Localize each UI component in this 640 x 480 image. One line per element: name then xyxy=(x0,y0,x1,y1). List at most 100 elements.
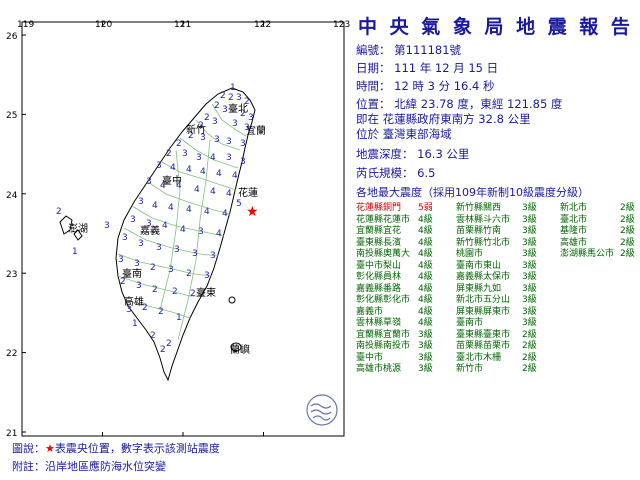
intensity-level: 2級 xyxy=(620,237,635,248)
station-intensity: 4 xyxy=(232,171,238,181)
station-intensity: 3 xyxy=(240,157,246,167)
station-intensity: 4 xyxy=(162,221,168,231)
lon-label: 119 xyxy=(17,20,34,30)
intensity-place: 嘉義縣太保市 xyxy=(456,272,511,282)
intensity-level: 2級 xyxy=(522,352,537,363)
legend-text: 表震央位置，數字表示該測站震度 xyxy=(54,442,220,455)
latitude-labels: 26 25 24 23 22 21 xyxy=(6,32,18,439)
place-label: 蘭嶼 xyxy=(230,343,250,356)
station-intensity: 4 xyxy=(180,225,186,235)
station-intensity: 3 xyxy=(168,265,174,275)
station-intensity: 4 xyxy=(210,153,216,163)
intensity-place: 南投縣奧萬大 xyxy=(356,249,411,259)
report-title: 中 央 氣 象 局 地 震 報 告 xyxy=(358,16,633,38)
intensity-level: 3級 xyxy=(522,237,537,248)
station-intensity: 3 xyxy=(204,271,210,281)
intensity-level: 3級 xyxy=(418,329,433,340)
intensity-level: 3級 xyxy=(522,283,537,294)
intensity-level: 2級 xyxy=(522,364,537,374)
station-intensity: 3 xyxy=(198,227,204,237)
intensity-level: 4級 xyxy=(418,237,433,248)
intensity-place: 南投縣南投市 xyxy=(356,341,411,351)
report-magnitude: 芮氏規模： 6.5 xyxy=(356,166,436,180)
station-intensity: 1 xyxy=(132,319,138,329)
intensity-place: 嘉義市 xyxy=(356,306,384,317)
station-intensity: 3 xyxy=(122,233,128,243)
station-intensity: 3 xyxy=(236,93,242,103)
station-intensity: 2 xyxy=(228,93,234,103)
place-label: 高雄 xyxy=(124,295,144,308)
station-intensity: 5 xyxy=(236,199,242,209)
station-intensity: 2 xyxy=(56,207,62,217)
intensity-level: 3級 xyxy=(418,364,433,374)
station-intensity: 4 xyxy=(194,185,200,195)
intensity-place: 基隆市 xyxy=(560,226,588,236)
station-intensity: 3 xyxy=(232,119,238,129)
station-intensity: 4 xyxy=(226,189,232,199)
station-intensity: 3 xyxy=(248,113,254,123)
intensity-level: 3級 xyxy=(522,272,537,282)
lat-label: 26 xyxy=(6,32,18,42)
epicenter-star: ★ xyxy=(246,204,259,220)
station-intensity: 4 xyxy=(186,205,192,215)
place-label: 臺南 xyxy=(122,267,142,280)
intensity-level: 3級 xyxy=(522,260,537,271)
lat-label: 24 xyxy=(6,191,18,201)
station-intensity: 3 xyxy=(146,177,152,187)
intensity-level: 4級 xyxy=(418,306,433,317)
station-intensity: 3 xyxy=(156,243,162,253)
station-intensity: 4 xyxy=(216,169,222,179)
station-intensity: 3 xyxy=(138,239,144,249)
station-intensity: 3 xyxy=(212,117,218,127)
intensity-level: 5弱 xyxy=(418,203,433,213)
station-intensity: 2 xyxy=(152,285,158,295)
intensity-place: 臺東縣長濱 xyxy=(356,237,402,248)
place-label: 臺中 xyxy=(162,174,182,187)
station-intensity: 3 xyxy=(222,105,228,115)
intensity-place: 臺北市 xyxy=(560,214,588,225)
station-intensity: 3 xyxy=(226,137,232,147)
station-intensity: 2 xyxy=(150,331,156,341)
intensity-place: 高雄市桃源 xyxy=(356,364,402,374)
station-intensity: 3 xyxy=(226,153,232,163)
intensity-place: 屏東縣九如 xyxy=(456,283,502,294)
intensity-map: 119 120 121 122 123 26 25 24 23 22 21 12… xyxy=(6,20,350,439)
intensity-place: 苗栗縣苗栗市 xyxy=(456,341,511,351)
intensity-place: 高雄市 xyxy=(560,237,588,248)
lat-label: 25 xyxy=(6,111,17,121)
intensity-level: 2級 xyxy=(620,214,635,225)
place-label: 宜蘭 xyxy=(246,124,266,137)
station-intensity: 2 xyxy=(160,345,166,355)
intensity-place: 花蓮縣花蓮市 xyxy=(356,214,411,225)
intensity-place: 新竹縣關西 xyxy=(456,203,502,213)
station-intensity: 1 xyxy=(230,83,236,93)
place-label: 澎湖 xyxy=(68,223,88,235)
station-intensity: 3 xyxy=(138,197,144,207)
lon-label: 123 xyxy=(333,20,350,30)
station-intensity: 4 xyxy=(170,163,176,173)
place-label: 臺北 xyxy=(228,102,248,115)
place-label: 花蓮 xyxy=(238,186,258,199)
intensity-header: 各地最大震度（採用109年新制10級震度分級） xyxy=(356,186,589,199)
intensity-place: 新竹市 xyxy=(456,364,484,374)
cwb-seal-icon xyxy=(306,394,338,426)
intensity-place: 嘉義縣番路 xyxy=(356,283,402,294)
intensity-level: 3級 xyxy=(522,249,537,259)
station-intensity: 3 xyxy=(210,251,216,261)
intensity-place: 宜蘭縣宜花 xyxy=(356,226,402,236)
intensity-place: 彰化縣彰化市 xyxy=(356,295,411,305)
station-intensity: 1 xyxy=(176,313,182,323)
intensity-level: 2級 xyxy=(522,329,537,340)
station-intensity: 1 xyxy=(72,247,78,257)
lon-label: 120 xyxy=(95,20,112,30)
station-intensity: 3 xyxy=(182,149,188,159)
station-intensity: 3 xyxy=(104,221,110,231)
station-intensity: 2 xyxy=(190,289,196,299)
intensity-level: 3級 xyxy=(522,306,537,317)
station-intensity: 2 xyxy=(176,139,182,149)
intensity-place: 彰化縣員林 xyxy=(356,272,402,282)
intensity-place: 臺東縣臺東市 xyxy=(456,329,511,340)
intensity-place: 臺中市梨山 xyxy=(356,260,402,271)
intensity-level: 3級 xyxy=(522,214,537,225)
report-depth: 地震深度： 16.3 公里 xyxy=(356,147,470,161)
